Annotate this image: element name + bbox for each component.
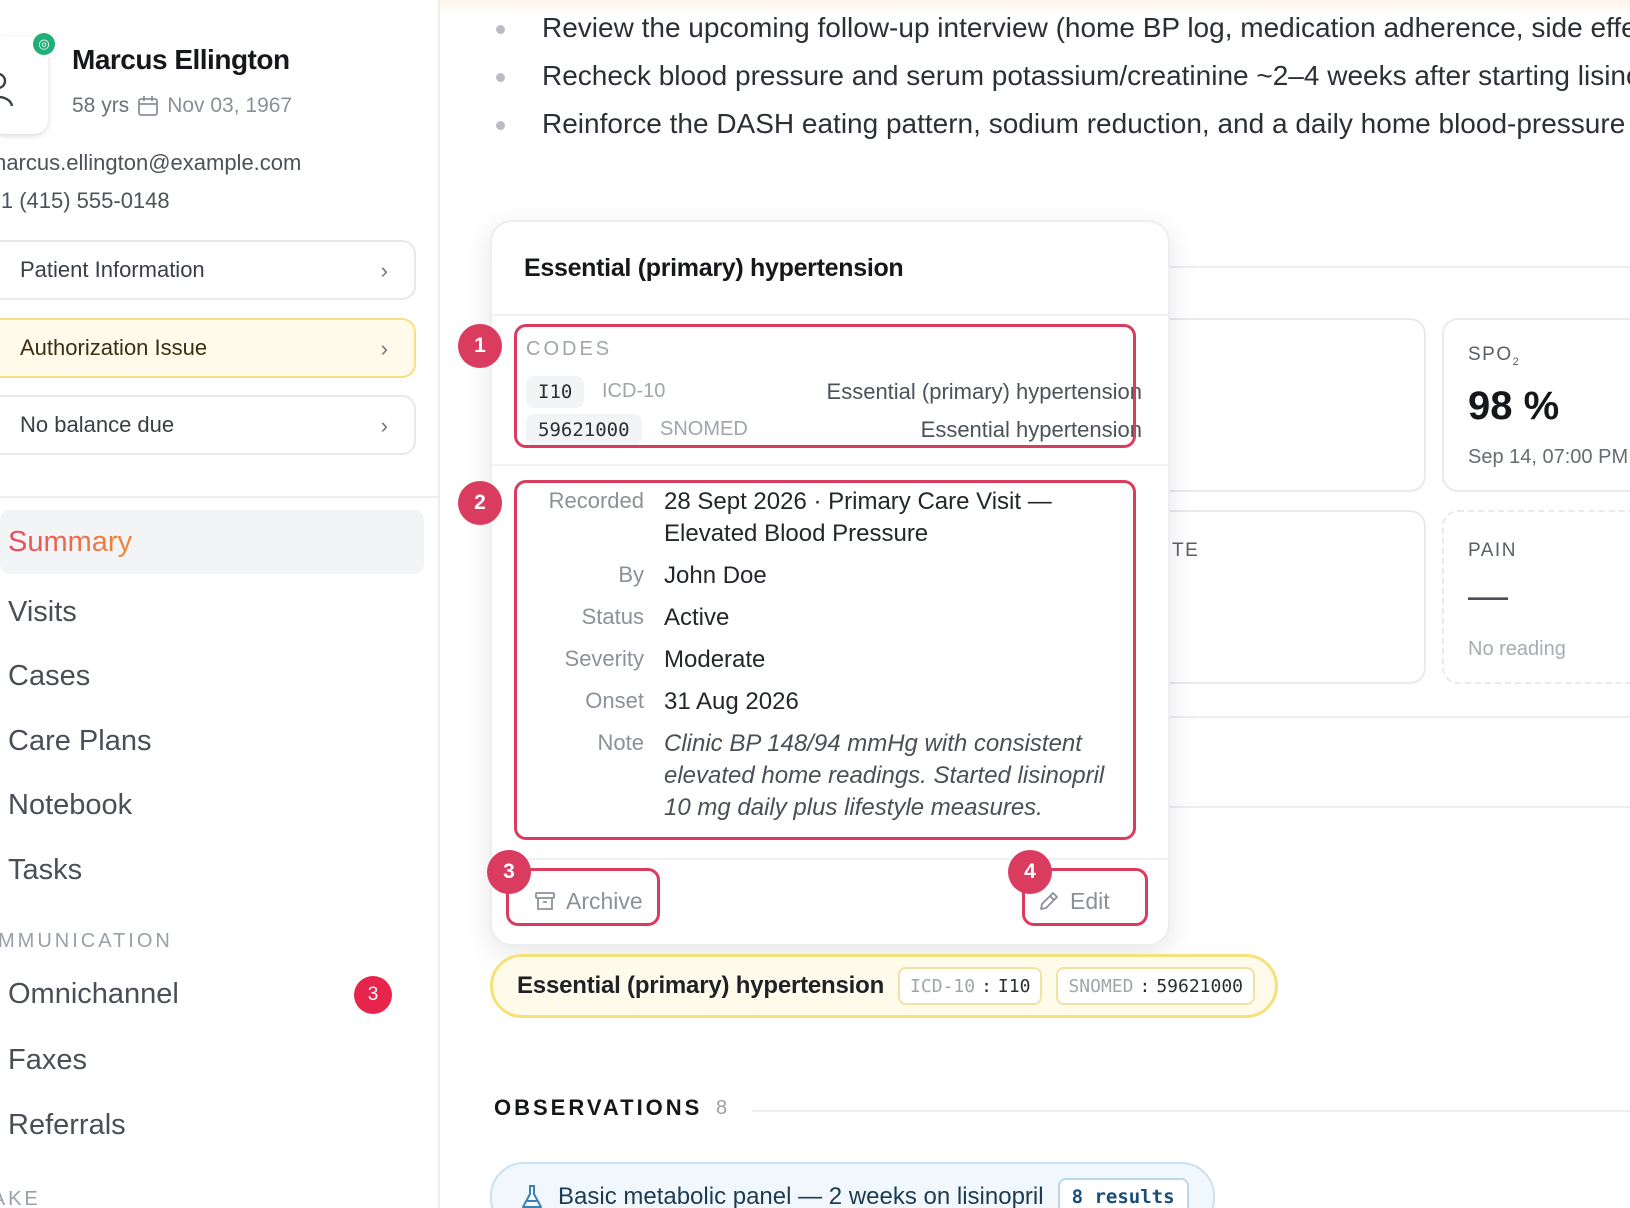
authorization-issue-label: Authorization Issue xyxy=(20,335,208,360)
patient-dob: Nov 03, 1967 xyxy=(167,94,293,117)
authorization-issue-button[interactable]: Authorization Issue › xyxy=(0,318,416,378)
chip-separator: : xyxy=(1139,975,1151,997)
plan-bullet: Recheck blood pressure and serum potassi… xyxy=(490,54,1630,102)
lab-panel-label: Basic metabolic panel — 2 weeks on lisin… xyxy=(558,1183,1044,1208)
plan-bullet: Reinforce the DASH eating pattern, sodiu… xyxy=(490,102,1630,150)
patient-information-button[interactable]: Patient Information › xyxy=(0,240,416,300)
nav-omnichannel-label: Omnichannel xyxy=(8,977,179,1010)
patient-phone[interactable]: +1 (415) 555-0148 xyxy=(0,188,170,214)
icd-value: I10 xyxy=(997,975,1031,997)
chevron-right-icon: › xyxy=(380,336,388,361)
nav-care-plans[interactable]: Care Plans xyxy=(0,709,424,773)
nav-care-plans-label: Care Plans xyxy=(8,724,152,757)
nav-cases[interactable]: Cases xyxy=(0,644,424,708)
balance-button[interactable]: No balance due › xyxy=(0,395,416,455)
nav-summary[interactable]: Summary xyxy=(0,510,424,574)
nav-summary-label: Summary xyxy=(8,525,133,558)
plan-bullets: Review the upcoming follow-up interview … xyxy=(490,6,1630,150)
icd-key: ICD-10 xyxy=(910,975,976,997)
popover-divider xyxy=(492,858,1168,860)
nav-visits-label: Visits xyxy=(8,595,77,628)
nav-tasks-label: Tasks xyxy=(8,853,83,886)
snomed-value: 59621000 xyxy=(1156,975,1244,997)
condition-chip[interactable]: Essential (primary) hypertension ICD-10 … xyxy=(490,954,1278,1018)
lab-panel-pill[interactable]: Basic metabolic panel — 2 weeks on lisin… xyxy=(490,1162,1215,1208)
nav-notebook[interactable]: Notebook xyxy=(0,773,424,837)
calendar-icon xyxy=(138,96,159,116)
nav-referrals[interactable]: Referrals xyxy=(0,1093,424,1157)
observations-title: OBSERVATIONS xyxy=(494,1095,703,1120)
icd-code-chip: ICD-10 : I10 xyxy=(898,967,1043,1005)
marker-4: 4 xyxy=(1008,850,1052,894)
nav-notebook-label: Notebook xyxy=(8,788,133,821)
patient-age: 58 yrs xyxy=(72,94,130,117)
popover-divider xyxy=(492,314,1168,316)
spo2-value: 98 % xyxy=(1468,384,1560,428)
patient-email[interactable]: marcus.ellington@example.com xyxy=(0,150,301,176)
sidebar-divider xyxy=(0,496,438,498)
snomed-key: SNOMED xyxy=(1068,975,1134,997)
spo2-subscript: 2 xyxy=(1512,355,1521,368)
popover-title: Essential (primary) hypertension xyxy=(524,254,904,282)
marker-2: 2 xyxy=(458,481,502,525)
results-count-chip: 8 results xyxy=(1057,1178,1189,1208)
highlight-details xyxy=(514,480,1136,840)
pain-note: No reading xyxy=(1468,638,1566,660)
section-rule xyxy=(1160,266,1630,268)
nav-visits[interactable]: Visits xyxy=(0,580,424,644)
flask-icon xyxy=(522,1185,542,1208)
spo2-label: SPO xyxy=(1468,344,1513,365)
vital-card-spo2[interactable]: SPO2 98 % Sep 14, 07:00 PM xyxy=(1442,318,1630,492)
user-icon xyxy=(0,73,14,107)
vital-label: TE xyxy=(1172,540,1200,561)
marker-1: 1 xyxy=(458,324,502,368)
unread-badge: 3 xyxy=(354,976,392,1014)
nav-omnichannel[interactable]: Omnichannel 3 xyxy=(0,962,424,1026)
pain-value: — xyxy=(1468,574,1508,618)
observations-count: 8 xyxy=(716,1097,728,1119)
patient-meta: 58 yrs Nov 03, 1967 xyxy=(72,94,292,118)
vital-card-pain[interactable]: PAIN — No reading xyxy=(1442,510,1630,684)
section-intake: INTAKE xyxy=(0,1188,41,1208)
nav-cases-label: Cases xyxy=(8,659,91,692)
patient-information-label: Patient Information xyxy=(20,257,205,282)
patient-name: Marcus Ellington xyxy=(72,44,290,75)
chip-separator: : xyxy=(981,975,992,997)
popover-divider xyxy=(492,464,1168,466)
chevron-right-icon: › xyxy=(380,413,388,438)
online-status-icon: ◎ xyxy=(30,30,58,58)
nav-tasks[interactable]: Tasks xyxy=(0,838,424,902)
sidebar: ◎ Marcus Ellington 58 yrs Nov 03, 1967 m… xyxy=(0,0,440,1208)
nav-faxes[interactable]: Faxes xyxy=(0,1028,424,1092)
section-rule xyxy=(1160,806,1630,808)
section-rule xyxy=(1160,716,1630,718)
observations-divider xyxy=(752,1110,1630,1112)
nav-referrals-label: Referrals xyxy=(8,1108,126,1141)
spo2-time: Sep 14, 07:00 PM xyxy=(1468,446,1629,468)
nav-faxes-label: Faxes xyxy=(8,1043,87,1076)
highlight-codes xyxy=(514,324,1136,448)
snomed-code-chip: SNOMED : 59621000 xyxy=(1056,967,1256,1005)
pain-label: PAIN xyxy=(1468,540,1517,561)
balance-label: No balance due xyxy=(20,412,175,437)
plan-bullet: Review the upcoming follow-up interview … xyxy=(490,6,1630,54)
section-communication: COMMUNICATION xyxy=(0,930,173,952)
condition-chip-label: Essential (primary) hypertension xyxy=(517,972,885,999)
chevron-right-icon: › xyxy=(380,258,388,283)
marker-3: 3 xyxy=(487,850,531,894)
